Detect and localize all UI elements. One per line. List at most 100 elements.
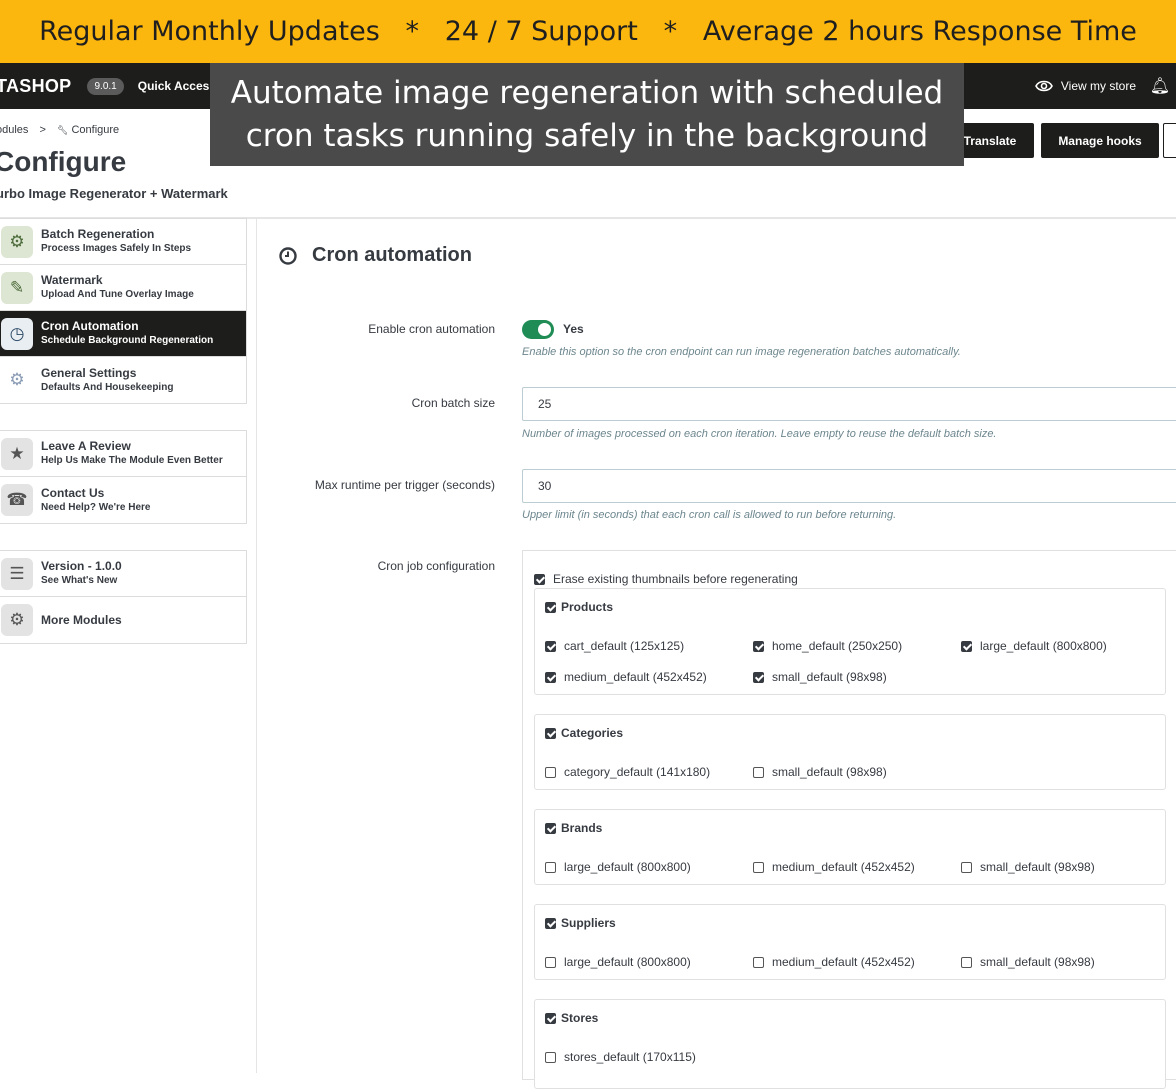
image-type-label: small_default (98x98) (772, 670, 887, 684)
version-icon: ☰ (1, 557, 33, 590)
image-type-checkbox[interactable]: medium_default (452x452) (545, 670, 707, 684)
sidebar-item-title: More Modules (41, 612, 122, 627)
image-type-checkbox[interactable]: small_default (98x98) (961, 955, 1095, 969)
image-type-label: small_default (98x98) (980, 860, 1095, 874)
image-type-label: home_default (250x250) (772, 639, 903, 653)
checkbox-icon (545, 861, 556, 873)
breadcrumb-separator: > (39, 124, 46, 136)
modules-icon: ⚙ (1, 604, 33, 636)
sidebar-item-title: Batch Regeneration (41, 227, 155, 241)
sidebar-item-subtitle: Defaults And Housekeeping (41, 381, 174, 393)
sidebar-item-version[interactable]: ☰ Version - 1.0.0 See What's New (0, 551, 246, 597)
extra-header-button[interactable] (1163, 123, 1176, 158)
batch-size-label: Cron batch size (411, 396, 495, 410)
caption-overlay: Automate image regeneration with schedul… (210, 63, 964, 166)
content-divider (256, 219, 257, 1073)
batch-size-input[interactable]: 25 (522, 387, 1176, 421)
suppliers-title: Suppliers (561, 916, 616, 930)
image-type-checkbox[interactable]: small_default (98x98) (753, 670, 887, 684)
bell-icon[interactable]: 🔔︎ (1150, 76, 1170, 96)
sidebar-item-contact-us[interactable]: ☎ Contact Us Need Help? We're Here (0, 477, 246, 523)
erase-thumbnails-label: Erase existing thumbnails before regener… (553, 572, 798, 586)
section-header: Cron automation (278, 244, 472, 267)
sidebar-item-more-modules[interactable]: ⚙ More Modules (0, 597, 246, 643)
module-subtitle: urbo Image Regenerator + Watermark (0, 186, 228, 201)
checkbox-icon (545, 671, 556, 683)
sidebar-item-subtitle: Process Images Safely In Steps (41, 243, 192, 254)
logo[interactable]: TASHOP (0, 76, 71, 97)
image-type-checkbox[interactable]: category_default (141x180) (545, 765, 710, 779)
gear-icon: ⚙ (1, 364, 33, 396)
image-type-checkbox[interactable]: large_default (800x800) (545, 860, 691, 874)
sidebar-item-subtitle: Need Help? We're Here (41, 501, 151, 513)
version-badge: 9.0.1 (87, 77, 124, 95)
image-type-checkbox[interactable]: small_default (98x98) (753, 765, 887, 779)
image-type-checkbox[interactable]: large_default (800x800) (961, 639, 1107, 653)
image-type-label: small_default (98x98) (772, 765, 887, 779)
view-store-link[interactable]: View my store (1034, 79, 1136, 93)
checkbox-icon (753, 766, 764, 778)
checkbox-icon (545, 766, 556, 778)
checkbox-icon (545, 727, 556, 739)
manage-hooks-button[interactable]: Manage hooks (1041, 123, 1159, 158)
categories-checkbox[interactable]: Categories (545, 726, 623, 740)
sidebar-item-subtitle: See What's New (41, 575, 118, 586)
view-store-label: View my store (1060, 79, 1136, 93)
image-type-checkbox[interactable]: small_default (98x98) (961, 860, 1095, 874)
enable-cron-label: Enable cron automation (368, 322, 495, 336)
checkbox-icon (961, 861, 972, 873)
checkbox-icon (753, 671, 764, 683)
enable-cron-toggle[interactable] (522, 320, 554, 339)
section-title: Cron automation (312, 244, 472, 266)
clock-icon (279, 246, 297, 265)
image-type-checkbox[interactable]: medium_default (452x452) (753, 860, 915, 874)
breadcrumb-configure: Configure (71, 124, 120, 136)
max-runtime-help: Upper limit (in seconds) that each cron … (522, 509, 897, 521)
erase-thumbnails-checkbox[interactable]: Erase existing thumbnails before regener… (534, 572, 798, 586)
image-type-checkbox[interactable]: stores_default (170x115) (545, 1050, 696, 1064)
image-type-label: large_default (800x800) (564, 860, 691, 874)
image-type-label: medium_default (452x452) (772, 955, 915, 969)
stores-group: Stores stores_default (170x115) (534, 999, 1166, 1089)
image-type-label: large_default (800x800) (980, 639, 1107, 653)
max-runtime-label: Max runtime per trigger (seconds) (314, 478, 495, 492)
quick-access-menu[interactable]: Quick Acces (138, 79, 210, 93)
review-icon: ★ (1, 437, 33, 470)
sidebar-item-cron-automation[interactable]: ◷ Cron Automation Schedule Background Reg… (0, 311, 246, 357)
sidebar-item-general-settings[interactable]: ⚙ General Settings Defaults And Housekeep… (0, 357, 246, 403)
watermark-icon: ✎ (1, 271, 33, 304)
image-type-checkbox[interactable]: large_default (800x800) (545, 955, 691, 969)
wrench-icon: 🔧︎ (56, 125, 69, 135)
sidebar-item-title: Version - 1.0.0 (41, 559, 122, 573)
sidebar-item-title: Cron Automation (41, 319, 139, 333)
sidebar-item-watermark[interactable]: ✎ Watermark Upload And Tune Overlay Image (0, 265, 246, 311)
sidebar-menu: ⚙ Batch Regeneration Process Images Safel… (0, 218, 247, 404)
sidebar-item-title: Leave A Review (41, 439, 131, 453)
max-runtime-input[interactable]: 30 (522, 469, 1176, 503)
sidebar-item-batch-regeneration[interactable]: ⚙ Batch Regeneration Process Images Safel… (0, 219, 246, 265)
batch-size-help: Number of images processed on each cron … (522, 428, 997, 440)
breadcrumb-modules[interactable]: odules (0, 124, 28, 136)
eye-icon (1034, 80, 1053, 92)
categories-title: Categories (561, 726, 624, 740)
sidebar-item-subtitle: Schedule Background Regeneration (41, 335, 214, 346)
products-checkbox[interactable]: Products (545, 600, 613, 614)
image-type-label: large_default (800x800) (564, 955, 691, 969)
image-type-checkbox[interactable]: medium_default (452x452) (753, 955, 915, 969)
checkbox-icon (753, 640, 764, 652)
checkbox-icon (961, 956, 972, 968)
suppliers-checkbox[interactable]: Suppliers (545, 916, 616, 930)
sidebar-support-menu: ★ Leave A Review Help Us Make The Module … (0, 430, 247, 524)
stores-checkbox[interactable]: Stores (545, 1011, 598, 1025)
sidebar-item-leave-review[interactable]: ★ Leave A Review Help Us Make The Module … (0, 431, 246, 477)
image-type-checkbox[interactable]: home_default (250x250) (753, 639, 902, 653)
support-icon: ☎ (1, 484, 33, 516)
checkbox-icon (961, 640, 972, 652)
checkbox-icon (545, 1012, 556, 1024)
brands-checkbox[interactable]: Brands (545, 821, 602, 835)
image-type-checkbox[interactable]: cart_default (125x125) (545, 639, 684, 653)
products-group: Products cart_default (125x125) home_def… (534, 588, 1166, 695)
checkbox-icon (534, 573, 545, 585)
image-type-label: medium_default (452x452) (564, 670, 707, 684)
brands-group: Brands large_default (800x800) medium_de… (534, 809, 1166, 885)
